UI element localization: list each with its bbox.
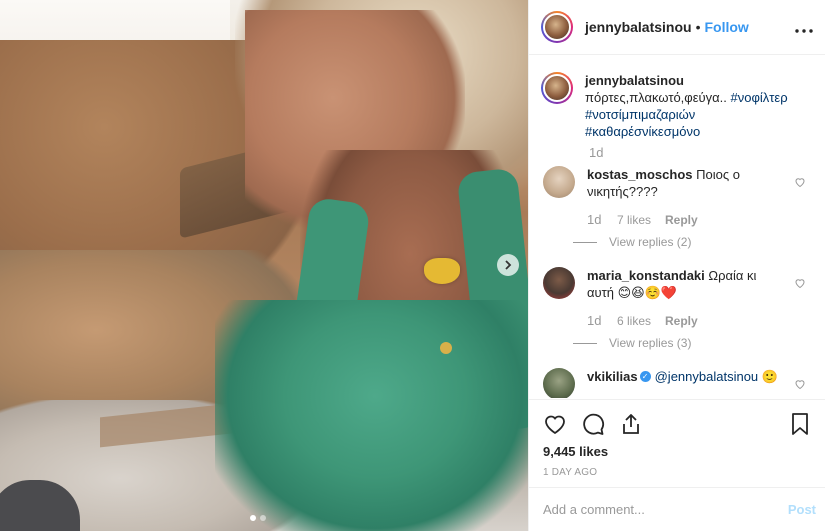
avatar[interactable] — [541, 11, 573, 43]
view-replies-button[interactable]: View replies (3) — [609, 336, 812, 350]
carousel-dot — [260, 515, 266, 521]
verified-badge-icon: ✓ — [639, 371, 651, 383]
mention-link[interactable]: @jennybalatsinou — [655, 369, 759, 384]
share-icon[interactable] — [619, 412, 643, 436]
hashtag-link[interactable]: #καθαρέσνίκεσμόνο — [585, 124, 700, 139]
carousel-indicator — [250, 515, 266, 521]
heart-icon[interactable] — [794, 378, 806, 390]
heart-icon[interactable] — [543, 412, 567, 436]
add-comment-bar: Post — [529, 487, 825, 531]
reply-button[interactable]: Reply — [665, 213, 698, 227]
hashtag-link[interactable]: #νοφίλτερ — [730, 90, 787, 105]
next-image-button[interactable] — [497, 254, 519, 276]
comment-meta: 1d 7 likes Reply — [587, 212, 812, 227]
post-author-username[interactable]: jennybalatsinou — [585, 19, 692, 35]
heart-icon[interactable] — [794, 176, 806, 188]
photo-pendant — [424, 258, 460, 284]
follow-button[interactable]: Follow — [704, 19, 748, 35]
avatar[interactable] — [543, 166, 575, 198]
photo-pendant — [440, 342, 452, 354]
post-actions: 9,445 likes 1 DAY AGO — [529, 399, 825, 487]
avatar[interactable] — [543, 267, 575, 299]
photo-dress — [215, 300, 528, 531]
caption-text: πόρτες,πλακωτό,φεύγα.. — [585, 90, 731, 105]
post-photo[interactable] — [0, 0, 528, 531]
post-comment-button[interactable]: Post — [788, 502, 816, 517]
caption-timestamp: 1d — [589, 145, 604, 160]
separator-dot: • — [695, 19, 701, 35]
bookmark-icon[interactable] — [788, 412, 812, 436]
heart-icon[interactable] — [794, 277, 806, 289]
comment-item: kostas_moschos Ποιος ο νικητής???? — [541, 166, 812, 200]
avatar[interactable] — [543, 368, 575, 398]
reply-button[interactable]: Reply — [665, 314, 698, 328]
comment-item: vkikilias ✓ @jennybalatsinou 🙂 — [541, 368, 812, 398]
comment-likes[interactable]: 6 likes — [617, 314, 651, 328]
comment-item: maria_konstandaki Ωραία κι αυτή 😊😆☺️❤️ — [541, 267, 812, 301]
post-header: jennybalatsinou • Follow — [529, 0, 825, 55]
comment-input[interactable] — [543, 502, 788, 517]
carousel-dot — [250, 515, 256, 521]
comment-emoji: 🙂 — [761, 369, 778, 384]
likes-count[interactable]: 9,445 likes — [543, 444, 812, 459]
post-caption: jennybalatsinou πόρτες,πλακωτό,φεύγα.. #… — [541, 72, 812, 140]
comment-icon[interactable] — [581, 412, 605, 436]
chevron-right-icon — [505, 260, 512, 270]
comment-meta: 1d 6 likes Reply — [587, 313, 812, 328]
comment-likes[interactable]: 7 likes — [617, 213, 651, 227]
comment-timestamp: 1d — [587, 313, 602, 328]
post-timestamp: 1 DAY AGO — [543, 467, 598, 478]
comment-username[interactable]: vkikilias — [587, 369, 638, 384]
more-options-icon[interactable] — [795, 17, 813, 38]
caption-username[interactable]: jennybalatsinou — [585, 73, 684, 88]
post-side-panel: jennybalatsinou • Follow jennybalatsinou… — [528, 0, 825, 531]
comment-username[interactable]: maria_konstandaki — [587, 268, 705, 283]
comment-timestamp: 1d — [587, 212, 602, 227]
comment-username[interactable]: kostas_moschos — [587, 167, 693, 182]
avatar[interactable] — [541, 72, 573, 104]
comments-list[interactable]: jennybalatsinou πόρτες,πλακωτό,φεύγα.. #… — [529, 56, 825, 398]
view-replies-button[interactable]: View replies (2) — [609, 235, 812, 249]
hashtag-link[interactable]: #νοτσίμπιμαζαριών — [585, 107, 695, 122]
